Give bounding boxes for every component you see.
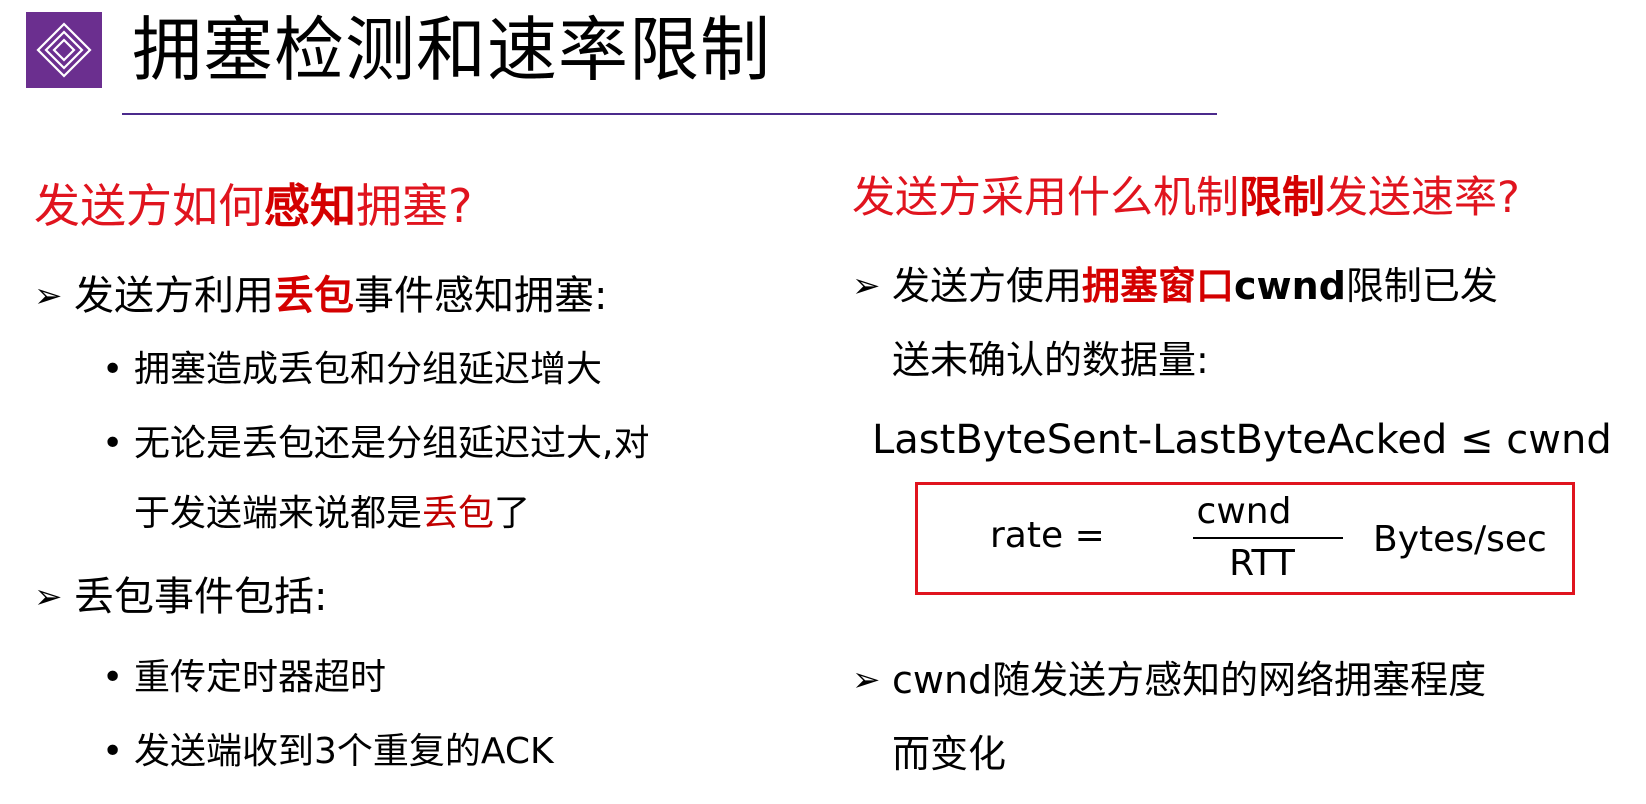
formula-lhs: rate =: [990, 515, 1105, 556]
left-bullet-2-line2-pre: 于发送端来说都是: [134, 493, 423, 534]
left-point-1-post: 事件感知拥塞:: [354, 273, 608, 319]
bullet-dot-icon: •: [102, 731, 124, 772]
arrow-bullet-icon: ➢: [852, 266, 881, 306]
fraction-bar: [1193, 537, 1343, 539]
right-point-1-pre: 发送方使用: [892, 264, 1083, 308]
right-point-2-line2: 而变化: [892, 732, 1007, 776]
left-bullet-2-line2-emph: 丢包: [422, 493, 495, 534]
arrow-bullet-icon: ➢: [34, 577, 63, 617]
formula-denominator: RTT: [1229, 543, 1295, 584]
left-bullet-2-cont: 于发送端来说都是丢包了: [134, 488, 530, 540]
right-point-2-line1: cwnd随发送方感知的网络拥塞程度: [892, 658, 1487, 702]
right-point-1-post: 限制已发: [1345, 264, 1498, 308]
arrow-bullet-icon: ➢: [852, 660, 881, 700]
right-point-1-bold: cwnd: [1234, 264, 1346, 308]
page-title: 拥塞检测和速率限制: [132, 9, 771, 91]
bullet-dot-icon: •: [102, 657, 124, 698]
left-bullet-1-text: 拥塞造成丢包和分组延迟增大: [134, 349, 603, 390]
logo-icon: [26, 12, 102, 88]
rate-formula-box: rate = cwnd RTT Bytes/sec: [915, 482, 1575, 595]
left-bullet-3-text: 重传定时器超时: [134, 657, 387, 698]
left-bullet-3: • 重传定时器超时: [102, 652, 387, 704]
left-bullet-2-line1: 无论是丢包还是分组延迟过大,对: [134, 423, 650, 464]
right-question-post: 发送速率?: [1325, 173, 1520, 223]
right-question: 发送方采用什么机制限制发送速率?: [852, 168, 1520, 228]
right-point-2: ➢ cwnd随发送方感知的网络拥塞程度: [852, 652, 1486, 708]
right-question-emph: 限制: [1239, 173, 1325, 223]
left-point-1-emph: 丢包: [274, 273, 354, 319]
left-bullet-1: • 拥塞造成丢包和分组延迟增大: [102, 344, 603, 396]
left-question: 发送方如何感知拥塞?: [34, 176, 472, 236]
bullet-dot-icon: •: [102, 349, 124, 390]
left-point-1: ➢ 发送方利用丢包事件感知拥塞:: [34, 268, 607, 324]
left-bullet-2: • 无论是丢包还是分组延迟过大,对: [102, 418, 650, 470]
formula-numerator: cwnd: [1196, 491, 1292, 532]
window-inequality: LastByteSent-LastByteAcked ≤ cwnd: [872, 417, 1612, 463]
right-point-1-emph: 拥塞窗口: [1082, 264, 1235, 308]
left-point-2-text: 丢包事件包括:: [74, 574, 328, 620]
left-bullet-4: • 发送端收到3个重复的ACK: [102, 726, 554, 778]
right-point-2-cont: 而变化: [892, 726, 1006, 782]
left-point-1-pre: 发送方利用: [74, 273, 274, 319]
left-bullet-2-line2-post: 了: [494, 493, 531, 534]
left-question-emph: 感知: [264, 179, 356, 233]
right-point-1: ➢ 发送方使用拥塞窗口cwnd限制已发: [852, 258, 1498, 314]
formula-unit: Bytes/sec: [1373, 519, 1547, 560]
left-question-post: 拥塞?: [356, 179, 473, 233]
left-point-2: ➢ 丢包事件包括:: [34, 569, 327, 625]
right-point-1-cont: 送未确认的数据量:: [892, 332, 1209, 388]
right-question-pre: 发送方采用什么机制: [852, 173, 1239, 223]
left-bullet-4-text: 发送端收到3个重复的ACK: [134, 731, 554, 772]
arrow-bullet-icon: ➢: [34, 276, 63, 316]
right-point-1-line2: 送未确认的数据量:: [892, 338, 1209, 382]
left-question-pre: 发送方如何: [34, 179, 264, 233]
title-divider: [122, 113, 1217, 115]
bullet-dot-icon: •: [102, 423, 124, 464]
